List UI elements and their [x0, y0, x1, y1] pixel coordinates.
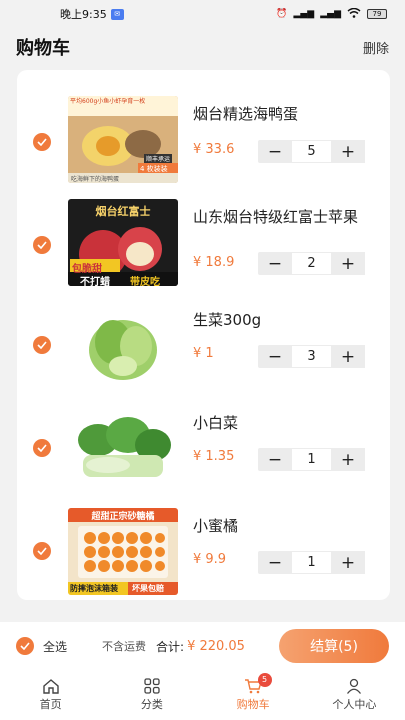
check-icon	[37, 444, 47, 452]
quantity-value[interactable]: 1	[292, 551, 331, 574]
increase-button[interactable]: +	[331, 448, 365, 471]
check-icon	[37, 341, 47, 349]
battery-icon: 79	[367, 9, 387, 19]
increase-button[interactable]: +	[331, 252, 365, 275]
shipping-note: 不含运费	[102, 640, 147, 653]
tab-label: 分类	[140, 698, 163, 711]
alarm-icon: ⏰	[276, 9, 288, 19]
item-checkbox[interactable]	[33, 133, 51, 151]
tab-category[interactable]: 分类	[101, 670, 202, 720]
product-image[interactable]	[68, 405, 178, 492]
product-name[interactable]: 山东烟台特级红富士苹果	[193, 207, 373, 228]
decrease-button[interactable]: −	[258, 448, 292, 471]
total-label: 合计:	[156, 639, 185, 654]
thumb-banner: 平均600g小鱼小虾孕育一枚	[70, 98, 146, 105]
item-checkbox[interactable]	[33, 439, 51, 457]
decrease-button[interactable]: −	[258, 551, 292, 574]
tab-bar: 首页 分类 5 购物车 个人中心	[0, 670, 405, 720]
product-image[interactable]	[68, 302, 178, 389]
thumb-tag: 4 枚装装	[140, 165, 168, 173]
signal-icon-2: ▂▄▆	[320, 9, 341, 19]
check-icon	[37, 138, 47, 146]
product-price: ¥ 1.35	[193, 449, 235, 464]
header: 购物车 删除	[0, 28, 405, 66]
product-name[interactable]: 生菜300g	[193, 310, 373, 331]
quantity-value[interactable]: 2	[292, 252, 331, 275]
cart-item: 生菜300g ¥ 1 − 3 +	[17, 298, 390, 401]
home-icon	[42, 679, 59, 694]
person-icon	[347, 678, 362, 694]
quantity-stepper: − 1 +	[258, 551, 369, 574]
wifi-icon	[347, 7, 361, 21]
product-name[interactable]: 小蜜橘	[193, 516, 373, 537]
delete-button[interactable]: 删除	[363, 38, 389, 57]
cart-item: 烟台红富士 包脆甜 不打蜡 带皮吃 山东烟台特级红富士苹果 ¥ 18.9 − 2…	[17, 195, 390, 298]
select-all-toggle[interactable]: 全选	[16, 637, 67, 655]
product-name[interactable]: 小白菜	[193, 413, 373, 434]
increase-button[interactable]: +	[331, 551, 365, 574]
quantity-value[interactable]: 3	[292, 345, 331, 368]
product-name[interactable]: 烟台精选海鸭蛋	[193, 104, 373, 125]
quantity-value[interactable]: 5	[292, 140, 331, 163]
product-image[interactable]: 平均600g小鱼小虾孕育一枚 顺丰承运 4 枚装装 吃海鲜下的海鸭蛋	[68, 96, 178, 183]
signal-icon: ▂▄▆	[293, 9, 315, 19]
decrease-button[interactable]: −	[258, 345, 292, 368]
item-checkbox[interactable]	[33, 236, 51, 254]
cart-item: 平均600g小鱼小虾孕育一枚 顺丰承运 4 枚装装 吃海鲜下的海鸭蛋 烟台精选海…	[17, 92, 390, 195]
check-icon	[37, 547, 47, 555]
checkout-bar: 全选 不含运费 合计: ¥ 220.05 结算(5)	[0, 622, 405, 670]
thumb-ship: 顺丰承运	[144, 154, 173, 163]
tab-label: 购物车	[236, 698, 270, 711]
cart-list: 平均600g小鱼小虾孕育一枚 顺丰承运 4 枚装装 吃海鲜下的海鸭蛋 烟台精选海…	[17, 70, 390, 600]
product-price: ¥ 9.9	[193, 552, 227, 567]
decrease-button[interactable]: −	[258, 140, 292, 163]
quantity-stepper: − 5 +	[258, 140, 369, 163]
thumb-tag-3: 带皮吃	[130, 277, 160, 286]
tab-label: 首页	[39, 698, 62, 711]
select-all-label: 全选	[43, 639, 68, 654]
increase-button[interactable]: +	[331, 140, 365, 163]
thumb-caption: 吃海鲜下的海鸭蛋	[71, 176, 120, 183]
select-all-checkbox[interactable]	[16, 637, 34, 655]
tab-label: 个人中心	[332, 698, 377, 711]
status-time: 晚上9:35	[60, 8, 107, 21]
thumb-tag-2: 不打蜡	[80, 277, 110, 286]
grid-icon	[144, 678, 160, 694]
cart-item: 超甜正宗砂糖橘 防摔泡沫箱装 坏果包赔 小蜜橘 ¥ 9.9 − 1 +	[17, 504, 390, 607]
quantity-value[interactable]: 1	[292, 448, 331, 471]
item-checkbox[interactable]	[33, 542, 51, 560]
quantity-stepper: − 1 +	[258, 448, 369, 471]
quantity-stepper: − 2 +	[258, 252, 369, 275]
product-price: ¥ 1	[193, 346, 214, 361]
check-icon	[37, 241, 47, 249]
thumb-banner: 烟台红富士	[95, 205, 151, 218]
product-image[interactable]: 超甜正宗砂糖橘 防摔泡沫箱装 坏果包赔	[68, 508, 178, 595]
checkout-button[interactable]: 结算(5)	[279, 629, 389, 663]
product-image[interactable]: 烟台红富士 包脆甜 不打蜡 带皮吃	[68, 199, 178, 286]
check-icon	[20, 642, 30, 650]
app-notification-icon: ✉	[110, 8, 124, 20]
cart-item: 小白菜 ¥ 1.35 − 1 +	[17, 401, 390, 504]
thumb-tag-2: 坏果包赔	[132, 584, 164, 593]
total-value: ¥ 220.05	[187, 638, 245, 654]
item-checkbox[interactable]	[33, 336, 51, 354]
thumb-tag-1: 防摔泡沫箱装	[70, 584, 118, 593]
tab-home[interactable]: 首页	[0, 670, 101, 720]
increase-button[interactable]: +	[331, 345, 365, 368]
product-price: ¥ 18.9	[193, 255, 235, 270]
decrease-button[interactable]: −	[258, 252, 292, 275]
status-icons: ⏰ ▂▄▆ ▂▄▆ 79	[276, 7, 387, 21]
quantity-stepper: − 3 +	[258, 345, 369, 368]
thumb-banner: 超甜正宗砂糖橘	[91, 512, 155, 522]
product-price: ¥ 33.6	[193, 142, 235, 157]
tab-profile[interactable]: 个人中心	[304, 670, 405, 720]
status-bar: 晚上9:35 ✉ ⏰ ▂▄▆ ▂▄▆ 79	[0, 0, 405, 28]
page-title: 购物车	[16, 38, 70, 59]
cart-badge: 5	[257, 673, 272, 687]
tab-cart[interactable]: 5 购物车	[203, 670, 304, 720]
